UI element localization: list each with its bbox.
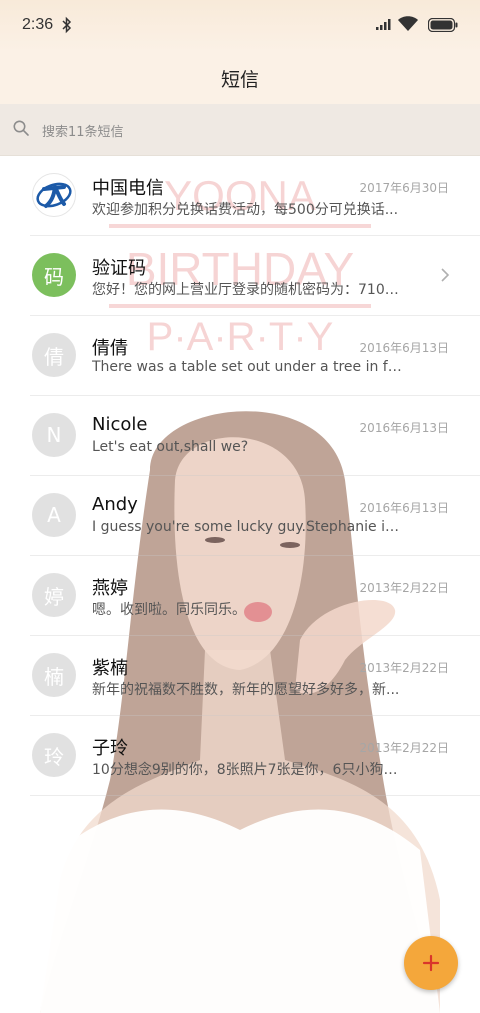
conversation-preview: 嗯。收到啦。同乐同乐。 <box>92 602 246 618</box>
conversation-date: 2013年2月22日 <box>359 741 449 755</box>
signal-icon <box>376 19 391 30</box>
conversation-item[interactable]: 中国电信 2017年6月30日 欢迎参加积分兑换话费活动，每500分可兑换话..… <box>0 156 480 236</box>
title-bar: 短信 <box>0 52 480 104</box>
conversation-preview: 欢迎参加积分兑换话费活动，每500分可兑换话... <box>92 202 399 218</box>
conversation-list: 中国电信 2017年6月30日 欢迎参加积分兑换话费活动，每500分可兑换话..… <box>0 156 480 796</box>
conversation-item[interactable]: 婷 燕婷 2013年2月22日 嗯。收到啦。同乐同乐。 <box>0 556 480 636</box>
conversation-preview: I guess you're some lucky guy.Stephanie … <box>92 519 402 535</box>
conversation-date: 2013年2月22日 <box>359 581 449 595</box>
conversation-name: Nicole <box>92 414 148 435</box>
status-bar: 2:36 <box>0 0 480 52</box>
avatar: 楠 <box>32 653 76 697</box>
conversation-date: 2013年2月22日 <box>359 661 449 675</box>
avatar: 倩 <box>32 333 76 377</box>
conversation-preview: 新年的祝福数不胜数，新年的愿望好多好多，新... <box>92 682 400 698</box>
conversation-item[interactable]: A Andy 2016年6月13日 I guess you're some lu… <box>0 476 480 556</box>
conversation-date: 2016年6月13日 <box>359 421 449 435</box>
avatar: 婷 <box>32 573 76 617</box>
bluetooth-icon <box>62 16 72 34</box>
avatar: A <box>32 493 76 537</box>
conversation-date: 2017年6月30日 <box>359 181 449 195</box>
battery-icon <box>428 18 458 32</box>
wifi-icon <box>398 16 418 31</box>
conversation-name: 紫楠 <box>92 658 128 679</box>
conversation-preview: There was a table set out under a tree i… <box>92 359 402 375</box>
conversation-preview: 您好！您的网上营业厅登录的随机密码为：7106... <box>92 282 402 298</box>
status-time: 2:36 <box>22 16 54 33</box>
conversation-preview: Let's eat out,shall we? <box>92 439 249 455</box>
conversation-item[interactable]: 楠 紫楠 2013年2月22日 新年的祝福数不胜数，新年的愿望好多好多，新... <box>0 636 480 716</box>
conversation-item[interactable]: 倩 倩倩 2016年6月13日 There was a table set ou… <box>0 316 480 396</box>
conversation-item[interactable]: N Nicole 2016年6月13日 Let's eat out,shall … <box>0 396 480 476</box>
avatar: N <box>32 413 76 457</box>
conversation-name: 燕婷 <box>92 578 128 599</box>
conversation-name: Andy <box>92 494 138 515</box>
conversation-item[interactable]: 码 验证码 您好！您的网上营业厅登录的随机密码为：7106... <box>0 236 480 316</box>
page-title: 短信 <box>220 68 259 91</box>
conversation-name: 子玲 <box>92 738 128 759</box>
plus-icon <box>422 954 440 972</box>
china-telecom-logo-icon <box>36 182 72 208</box>
conversation-name: 倩倩 <box>92 338 128 359</box>
search-placeholder[interactable]: 搜索11条短信 <box>42 121 124 140</box>
avatar: 玲 <box>32 733 76 777</box>
conversation-date: 2016年6月13日 <box>359 341 449 355</box>
china-telecom-logo-avatar <box>32 173 76 217</box>
conversation-item[interactable]: 玲 子玲 2013年2月22日 10分想念9别的你，8张照片7张是你，6只小狗5… <box>0 716 480 796</box>
conversation-name: 中国电信 <box>92 178 164 199</box>
avatar: 码 <box>32 253 76 297</box>
conversation-name: 验证码 <box>92 258 146 279</box>
conversation-date: 2016年6月13日 <box>359 501 449 515</box>
chevron-right-icon[interactable] <box>440 267 450 283</box>
search-icon <box>13 120 29 136</box>
conversation-preview: 10分想念9别的你，8张照片7张是你，6只小狗5... <box>92 762 402 778</box>
compose-button[interactable] <box>404 936 458 990</box>
